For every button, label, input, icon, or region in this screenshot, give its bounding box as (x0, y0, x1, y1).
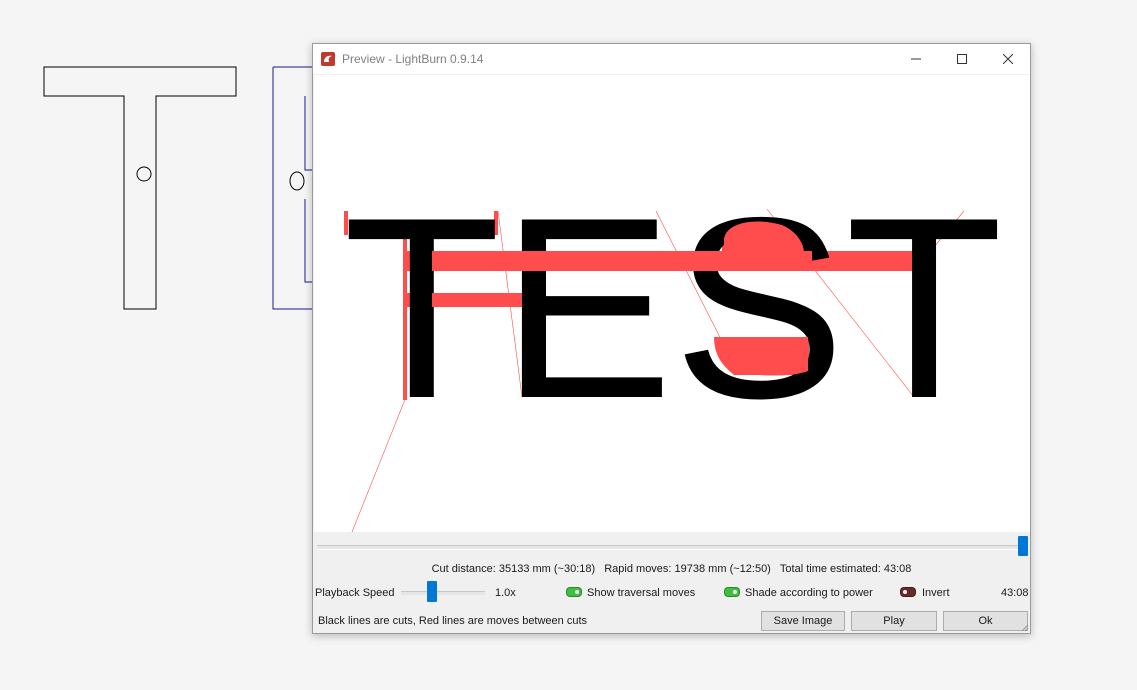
preview-window: Preview - LightBurn 0.9.14 TEST Cut dist… (312, 43, 1031, 634)
stats-line: Cut distance: 35133 mm (~30:18) Rapid mo… (313, 563, 1030, 575)
show-traversal-toggle[interactable] (566, 587, 582, 597)
show-traversal-label[interactable]: Show traversal moves (587, 587, 695, 599)
save-image-button[interactable]: Save Image (761, 611, 845, 631)
window-title: Preview - LightBurn 0.9.14 (342, 52, 484, 66)
design-hole-e (289, 171, 305, 191)
design-letter-t-outline (43, 66, 237, 310)
minimize-icon (911, 58, 921, 60)
toggle-knob (733, 590, 737, 594)
playback-speed-track[interactable] (401, 591, 485, 595)
playback-speed-slider-handle[interactable] (427, 581, 437, 602)
close-icon (1003, 54, 1013, 64)
cut-distance-stat: Cut distance: 35133 mm (~30:18) (431, 563, 596, 575)
maximize-icon (957, 54, 967, 64)
lightburn-logo-icon (321, 52, 335, 66)
shade-power-label[interactable]: Shade according to power (745, 587, 873, 599)
preview-render-area[interactable]: TEST (314, 75, 1030, 533)
toggle-knob (575, 590, 579, 594)
toggle-knob (903, 590, 907, 594)
minimize-button[interactable] (893, 44, 939, 74)
playback-speed-label: Playback Speed (315, 587, 395, 599)
rapid-moves-stat: Rapid moves: 19738 mm (~12:50) (604, 563, 771, 575)
resize-grip-icon[interactable] (1021, 624, 1029, 632)
play-button[interactable]: Play (851, 611, 937, 631)
preview-drawing: TEST (343, 163, 1003, 533)
design-hole-t (136, 166, 152, 182)
legend-note: Black lines are cuts, Red lines are move… (318, 615, 588, 627)
elapsed-time: 43:08 (1001, 587, 1029, 599)
invert-label[interactable]: Invert (922, 587, 950, 599)
ok-button[interactable]: Ok (943, 611, 1028, 631)
playback-speed-value: 1.0x (495, 587, 516, 599)
total-time-stat: Total time estimated: 43:08 (779, 563, 912, 575)
title-bar[interactable]: Preview - LightBurn 0.9.14 (313, 44, 1030, 74)
timeline-scrubber-handle[interactable] (1018, 536, 1028, 556)
close-button[interactable] (985, 44, 1031, 74)
shade-power-toggle[interactable] (724, 587, 740, 597)
timeline-scrubber-track[interactable] (317, 545, 1027, 550)
maximize-button[interactable] (939, 44, 985, 74)
preview-cut-text: TEST (343, 163, 1003, 452)
invert-toggle[interactable] (900, 587, 916, 597)
